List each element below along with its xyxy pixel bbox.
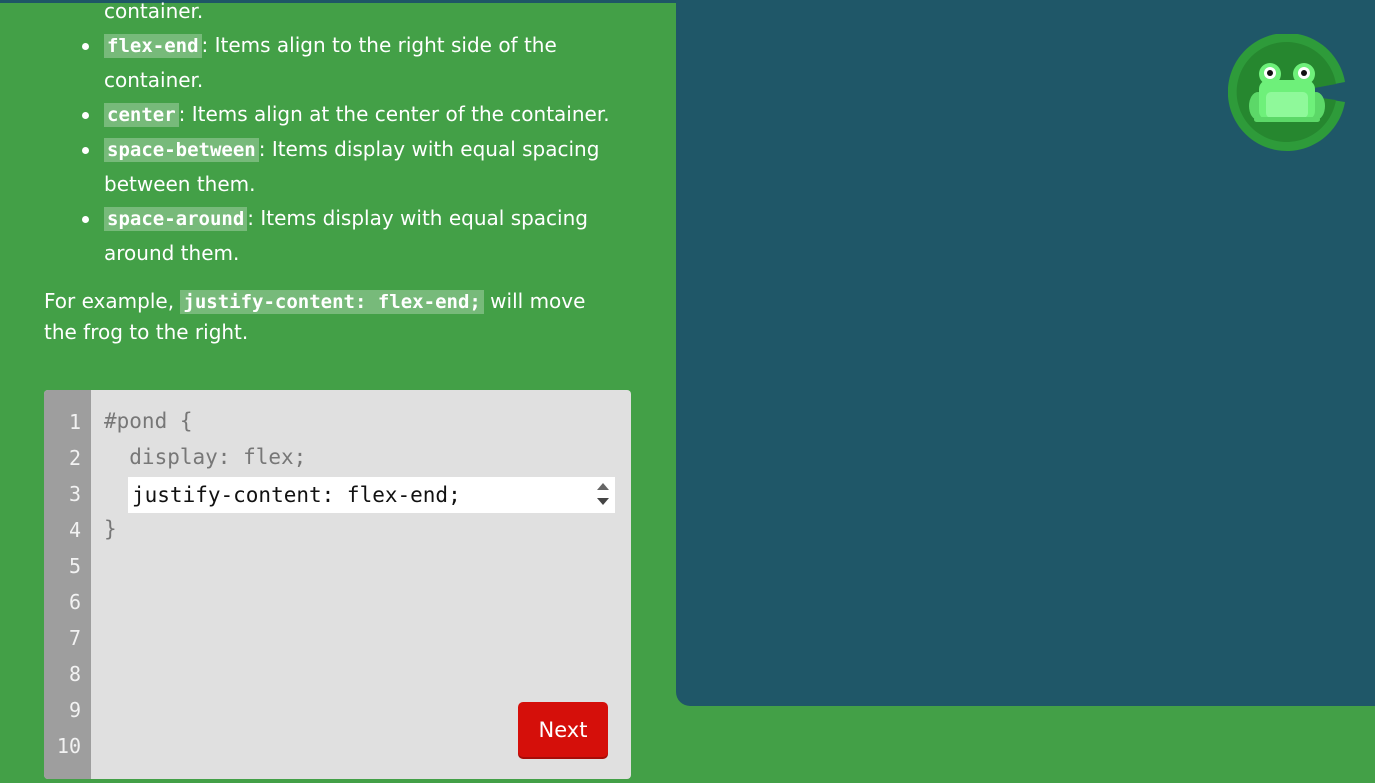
value-list: container. flex-end: Items align to the … <box>82 0 652 270</box>
code-line-4: } <box>104 517 117 541</box>
next-button[interactable]: Next <box>518 702 608 757</box>
spinner-down-icon[interactable] <box>597 498 609 505</box>
example-line2: the frog to the right. <box>44 320 249 344</box>
instructions-panel: container. flex-end: Items align to the … <box>0 0 676 783</box>
css-editor: 1 2 3 4 5 6 7 8 9 10 #pond { display: fl… <box>44 390 631 779</box>
line-number: 1 <box>68 410 81 434</box>
lilypad-icon <box>1228 34 1345 151</box>
line-number: 6 <box>68 590 81 614</box>
line-number: 3 <box>68 482 81 506</box>
list-item-text: container. <box>104 68 204 92</box>
line-number: 9 <box>68 698 81 722</box>
line-number: 5 <box>68 554 81 578</box>
line-number: 7 <box>68 626 81 650</box>
list-item-text: between them. <box>104 172 256 196</box>
list-item: container. <box>82 0 652 28</box>
list-item-text: around them. <box>104 241 240 265</box>
line-number: 8 <box>68 662 81 686</box>
list-item-text: : Items align to the right side of the <box>201 33 557 57</box>
list-item: space-between: Items display with equal … <box>82 132 652 201</box>
code-keyword: space-between <box>104 138 259 162</box>
spinner-up-icon[interactable] <box>597 483 609 490</box>
code-keyword: flex-end <box>104 34 202 58</box>
code-line-2: display: flex; <box>104 445 307 469</box>
example-code: justify-content: flex-end; <box>180 290 484 314</box>
input-spinner[interactable] <box>595 479 611 511</box>
example-paragraph: For example, justify-content: flex-end; … <box>44 286 644 347</box>
pond-board <box>676 0 1375 706</box>
code-keyword: space-around <box>104 207 248 231</box>
line-number: 10 <box>56 734 81 758</box>
list-item-text: : Items display with equal spacing <box>247 206 588 230</box>
list-item: space-around: Items display with equal s… <box>82 201 652 270</box>
list-item-text: container. <box>104 0 204 23</box>
line-number-gutter: 1 2 3 4 5 6 7 8 9 10 <box>44 390 91 779</box>
code-keyword: center <box>104 103 179 127</box>
list-item-text: : Items align at the center of the conta… <box>178 102 610 126</box>
code-line-1: #pond { <box>104 409 193 433</box>
list-item: flex-end: Items align to the right side … <box>82 28 652 97</box>
line-number: 4 <box>68 518 81 542</box>
example-suffix: will move <box>483 289 586 313</box>
list-item-text: : Items display with equal spacing <box>258 137 600 161</box>
css-code-input[interactable] <box>128 477 615 513</box>
example-prefix: For example, <box>44 289 181 313</box>
list-item: center: Items align at the center of the… <box>82 97 652 132</box>
line-number: 2 <box>68 446 81 470</box>
